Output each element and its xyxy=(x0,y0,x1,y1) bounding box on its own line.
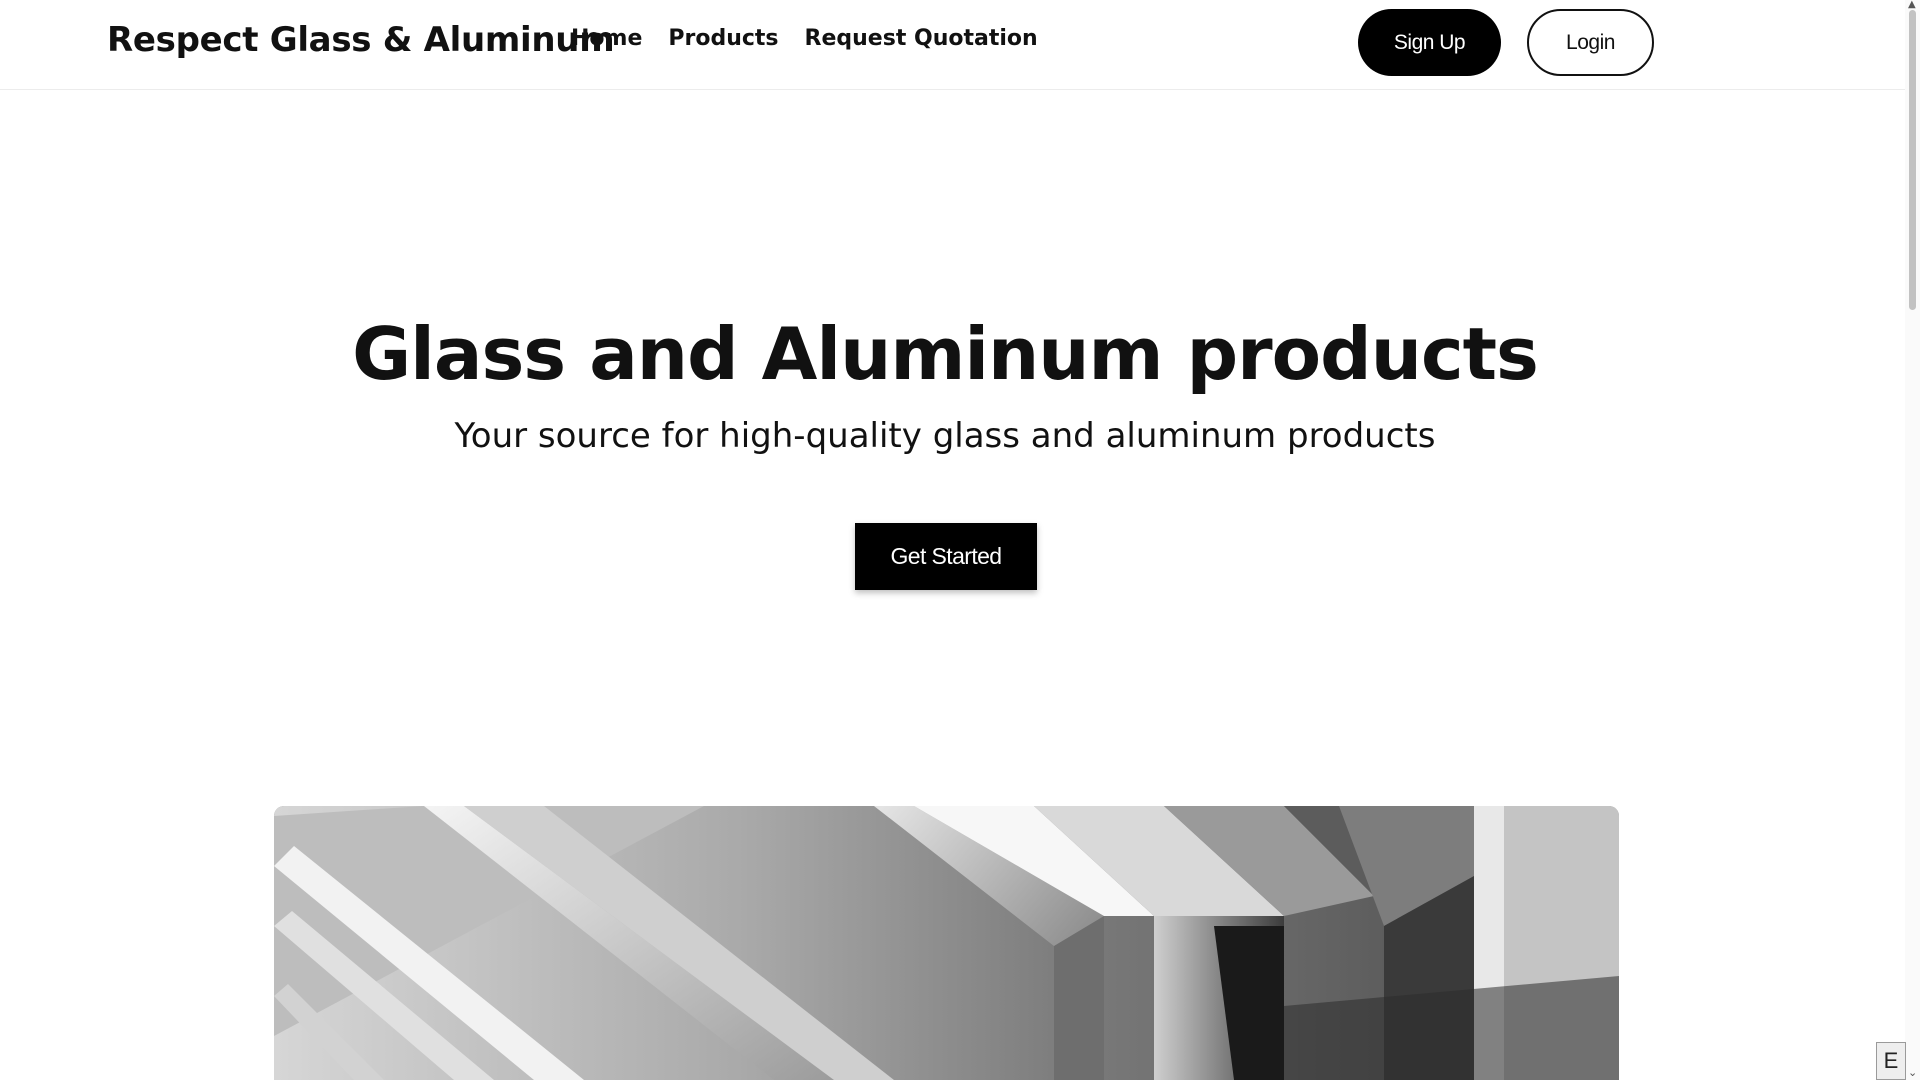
signup-button[interactable]: Sign Up xyxy=(1358,9,1501,76)
scrollbar-thumb[interactable] xyxy=(1909,10,1916,310)
get-started-button[interactable]: Get Started xyxy=(855,523,1037,590)
scroll-up-arrow-icon[interactable]: ▲ xyxy=(1908,0,1916,10)
main-nav: Home Products Request Quotation xyxy=(571,26,1038,51)
nav-link-home[interactable]: Home xyxy=(571,26,642,51)
login-button[interactable]: Login xyxy=(1527,9,1654,76)
nav-link-request-quotation[interactable]: Request Quotation xyxy=(805,26,1038,51)
hero-title: Glass and Aluminum products xyxy=(352,312,1539,396)
nav-link-products[interactable]: Products xyxy=(668,26,778,51)
aluminum-profiles-image xyxy=(274,806,1619,1080)
brand-logo[interactable]: Respect Glass & Aluminum xyxy=(107,20,615,60)
page: Respect Glass & Aluminum Home Products R… xyxy=(0,0,1920,1080)
vertical-scrollbar[interactable]: ▲ ⌄ xyxy=(1905,0,1920,1080)
corner-widget-button[interactable]: E xyxy=(1876,1042,1906,1080)
site-header: Respect Glass & Aluminum Home Products R… xyxy=(0,0,1905,90)
scroll-down-arrow-icon[interactable]: ⌄ xyxy=(1908,1067,1917,1078)
hero-subtitle: Your source for high-quality glass and a… xyxy=(454,416,1436,456)
